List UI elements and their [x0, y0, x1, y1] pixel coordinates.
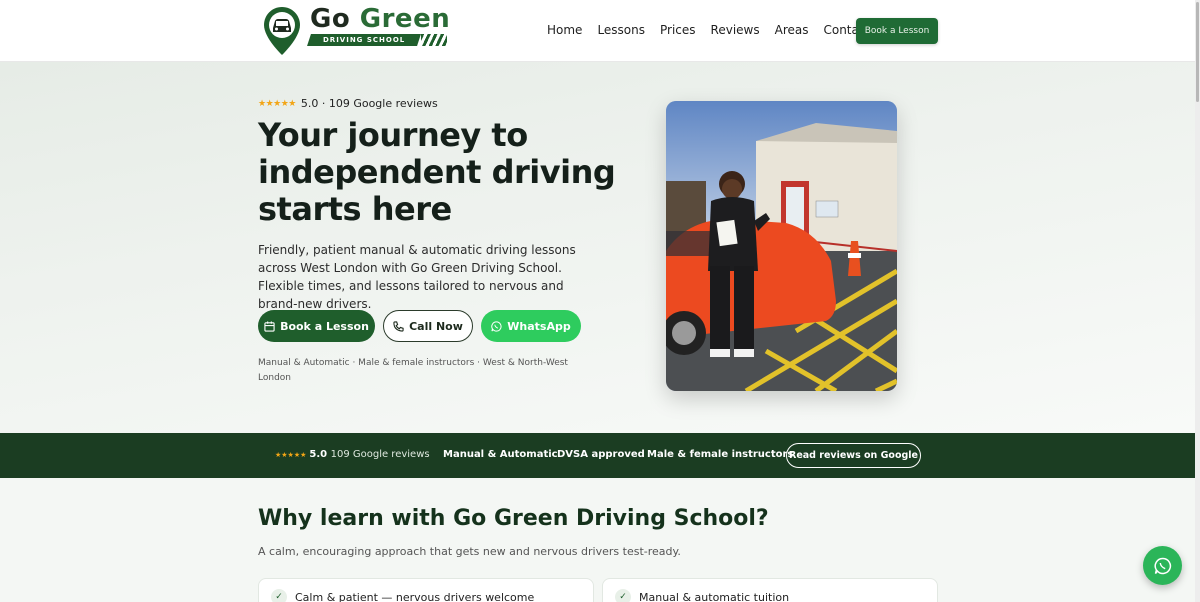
hero-description: Friendly, patient manual & automatic dri… [258, 243, 576, 311]
trust-rating: ★★★★★ 5.0 109 Google reviews [275, 449, 430, 460]
whatsapp-button[interactable]: WhatsApp [481, 310, 581, 342]
site-header: Go Green DRIVING SCHOOL Home Lessons Pri… [0, 0, 1200, 62]
read-reviews-button[interactable]: Read reviews on Google [786, 443, 921, 468]
call-now-button[interactable]: Call Now [383, 310, 473, 342]
hero-photo [666, 101, 897, 391]
trust-bar: ★★★★★ 5.0 109 Google reviews Manual & Aut… [0, 433, 1200, 478]
nav-item-prices[interactable]: Prices [660, 23, 696, 37]
calendar-icon [264, 320, 275, 332]
floating-whatsapp-button[interactable] [1143, 546, 1182, 585]
trust-item-instructors: Male & female instructors [647, 449, 794, 460]
feature-card: ✓ Manual & automatic tuition [602, 578, 938, 602]
hero-note: Manual & Automatic · Male & female instr… [258, 358, 568, 383]
trust-rating-value: 5.0 [309, 449, 328, 460]
whatsapp-icon [1153, 557, 1171, 574]
nav-item-lessons[interactable]: Lessons [597, 23, 645, 37]
whatsapp-label: WhatsApp [507, 319, 571, 333]
check-icon: ✓ [615, 589, 631, 602]
nav-item-reviews[interactable]: Reviews [711, 23, 760, 37]
logo-tagline-wrap: DRIVING SCHOOL [307, 34, 447, 48]
hero-title: Your journey to independent driving star… [258, 116, 616, 228]
star-rating-icon: ★★★★★ [275, 451, 307, 459]
book-lesson-button[interactable]: Book a Lesson [258, 310, 375, 342]
why-section: Why learn with Go Green Driving School? … [0, 478, 1200, 602]
why-title: Why learn with Go Green Driving School? [258, 506, 769, 531]
logo-title: Go Green [310, 4, 451, 34]
check-icon: ✓ [271, 589, 287, 602]
phone-icon [393, 320, 404, 332]
nav-item-home[interactable]: Home [547, 23, 582, 37]
why-subtitle: A calm, encouraging approach that gets n… [258, 545, 681, 558]
logo[interactable]: Go Green DRIVING SCHOOL [263, 4, 453, 56]
whatsapp-icon [491, 320, 502, 332]
header-book-button[interactable]: Book a Lesson [856, 18, 938, 44]
trust-rating-label: 109 Google reviews [330, 449, 430, 460]
book-lesson-label: Book a Lesson [280, 319, 369, 333]
trust-item-dvsa: DVSA approved [557, 449, 645, 460]
logo-stripes [421, 34, 447, 46]
feature-card: ✓ Calm & patient — nervous drivers welco… [258, 578, 594, 602]
hero-section: ★★★★★ 5.0 · 109 Google reviews Your jour… [0, 62, 1200, 433]
hero-rating: ★★★★★ 5.0 · 109 Google reviews [258, 97, 438, 110]
feature-card-label: Calm & patient — nervous drivers welcome [295, 591, 535, 602]
call-now-label: Call Now [409, 319, 463, 333]
star-rating-icon: ★★★★★ [258, 98, 296, 109]
car-pin-icon [264, 7, 300, 55]
feature-card-label: Manual & automatic tuition [639, 591, 790, 602]
nav-item-areas[interactable]: Areas [775, 23, 809, 37]
trust-item-manual-automatic: Manual & Automatic [443, 449, 558, 460]
logo-tagline: DRIVING SCHOOL [307, 34, 421, 46]
hero-rating-text: 5.0 · 109 Google reviews [300, 97, 438, 110]
page-scrollbar-thumb[interactable] [1196, 2, 1199, 102]
main-nav: Home Lessons Prices Reviews Areas Contac… [547, 23, 885, 37]
